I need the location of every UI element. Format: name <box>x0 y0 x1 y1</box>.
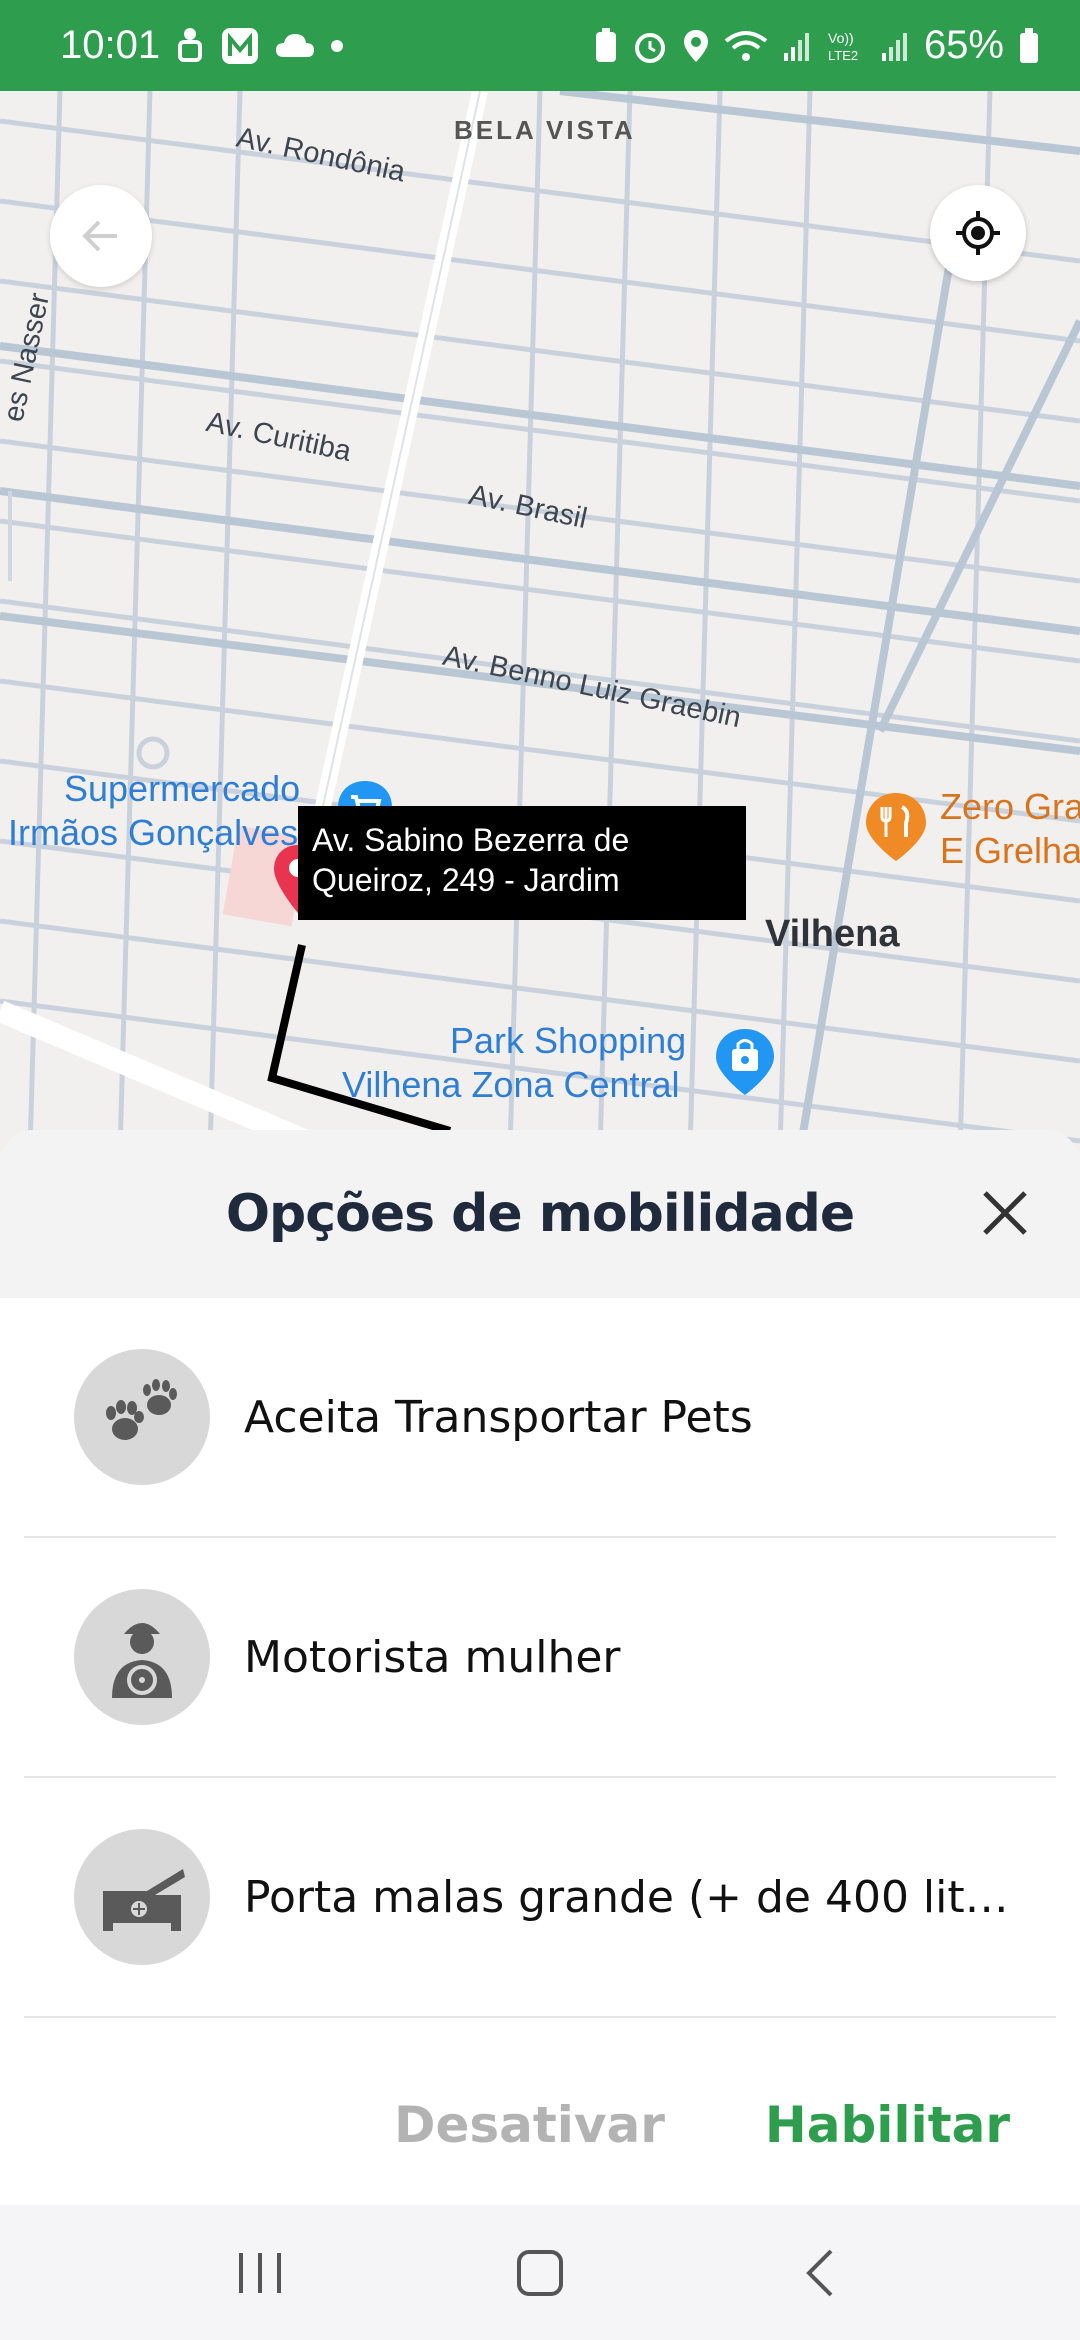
system-nav-bar <box>0 2205 1080 2340</box>
poi-line: Park Shopping <box>450 1020 687 1061</box>
battery-saver-icon <box>594 27 618 64</box>
back-nav-button[interactable] <box>760 2233 880 2313</box>
status-time: 10:01 <box>60 23 161 67</box>
sheet-title: Opções de mobilidade <box>225 1184 855 1244</box>
sheet-header: Opções de mobilidade <box>0 1130 1080 1298</box>
address-line: Queiroz, 249 - Jardim <box>312 862 620 898</box>
app-icon <box>220 26 260 66</box>
arrow-left-icon <box>82 220 117 252</box>
paw-icon <box>74 1349 210 1485</box>
address-tooltip: Av. Sabino Bezerra de Queiroz, 249 - Jar… <box>298 806 746 920</box>
poi-line: E Grelha <box>940 830 1080 871</box>
poi-label[interactable]: Zero Gra <box>940 785 1080 829</box>
poi-label[interactable]: E Grelha <box>940 829 1080 873</box>
wifi-icon <box>724 29 768 63</box>
poi-label[interactable]: Park Shopping <box>450 1019 686 1063</box>
svg-text:LTE2: LTE2 <box>828 48 858 63</box>
signal-icon <box>880 29 910 63</box>
crosshair-icon <box>956 211 1000 255</box>
volte-icon: Vo)) LTE2 <box>826 28 866 64</box>
woman-driver-icon <box>74 1589 210 1725</box>
address-line: Av. Sabino Bezerra de <box>312 822 630 858</box>
alarm-icon <box>632 28 668 64</box>
option-label: Aceita Transportar Pets <box>244 1391 753 1443</box>
option-woman-driver[interactable]: Motorista mulher <box>24 1538 1056 1778</box>
status-bar: 10:01 Vo)) LTE2 65% <box>0 0 1080 91</box>
home-button[interactable] <box>480 2233 600 2313</box>
district-label: BELA VISTA <box>454 115 636 145</box>
sheet-actions: Desativar Habilitar <box>0 2045 1080 2205</box>
poi-line: Vilhena Zona Central <box>342 1064 680 1105</box>
status-right: Vo)) LTE2 65% <box>594 23 1040 68</box>
accessibility-icon <box>174 26 206 66</box>
battery-icon <box>1018 27 1040 64</box>
location-icon <box>682 28 710 64</box>
my-location-button[interactable] <box>930 185 1026 281</box>
enable-button[interactable]: Habilitar <box>765 2096 1010 2154</box>
cloud-icon <box>274 31 316 61</box>
home-icon <box>517 2249 563 2296</box>
status-left: 10:01 <box>60 23 344 68</box>
chevron-left-icon <box>806 2249 833 2296</box>
recent-apps-icon <box>239 2252 281 2293</box>
svg-text:Vo)): Vo)) <box>828 30 854 46</box>
signal-icon <box>782 29 812 63</box>
city-label: Vilhena <box>765 913 900 955</box>
poi-line: Zero Gra <box>940 786 1080 827</box>
battery-percent: 65% <box>923 23 1004 67</box>
poi-line: Supermercado <box>64 768 301 809</box>
poi-line: Irmãos Gonçalves <box>8 812 299 853</box>
restaurant-icon[interactable] <box>864 791 928 868</box>
poi-label[interactable]: Irmãos Gonçalves <box>8 811 298 855</box>
poi-label[interactable]: Vilhena Zona Central <box>342 1063 680 1107</box>
poi-label[interactable]: Supermercado <box>64 767 300 811</box>
option-large-trunk[interactable]: Porta malas grande (+ de 400 litros) <box>24 1778 1056 2018</box>
back-button[interactable] <box>50 185 152 287</box>
map-view[interactable]: BELA VISTA Av. Rondônia Av. Curitiba Av.… <box>0 91 1080 1151</box>
disable-button[interactable]: Desativar <box>394 2096 665 2154</box>
option-pets[interactable]: Aceita Transportar Pets <box>24 1298 1056 1538</box>
option-label: Porta malas grande (+ de 400 litros) <box>244 1871 1024 1923</box>
screen: 10:01 Vo)) LTE2 65% BELA VISTA Av. Rondô… <box>0 0 1080 2340</box>
mobility-options-sheet: Opções de mobilidade Aceita Transportar … <box>0 1130 1080 2205</box>
dot-icon <box>330 39 344 53</box>
street-grid <box>0 91 1080 1151</box>
car-trunk-icon <box>74 1829 210 1965</box>
recent-apps-button[interactable] <box>200 2233 320 2313</box>
close-button[interactable] <box>968 1176 1042 1250</box>
shopping-bag-icon[interactable] <box>714 1027 776 1102</box>
close-icon <box>983 1191 1027 1235</box>
option-label: Motorista mulher <box>244 1631 621 1683</box>
